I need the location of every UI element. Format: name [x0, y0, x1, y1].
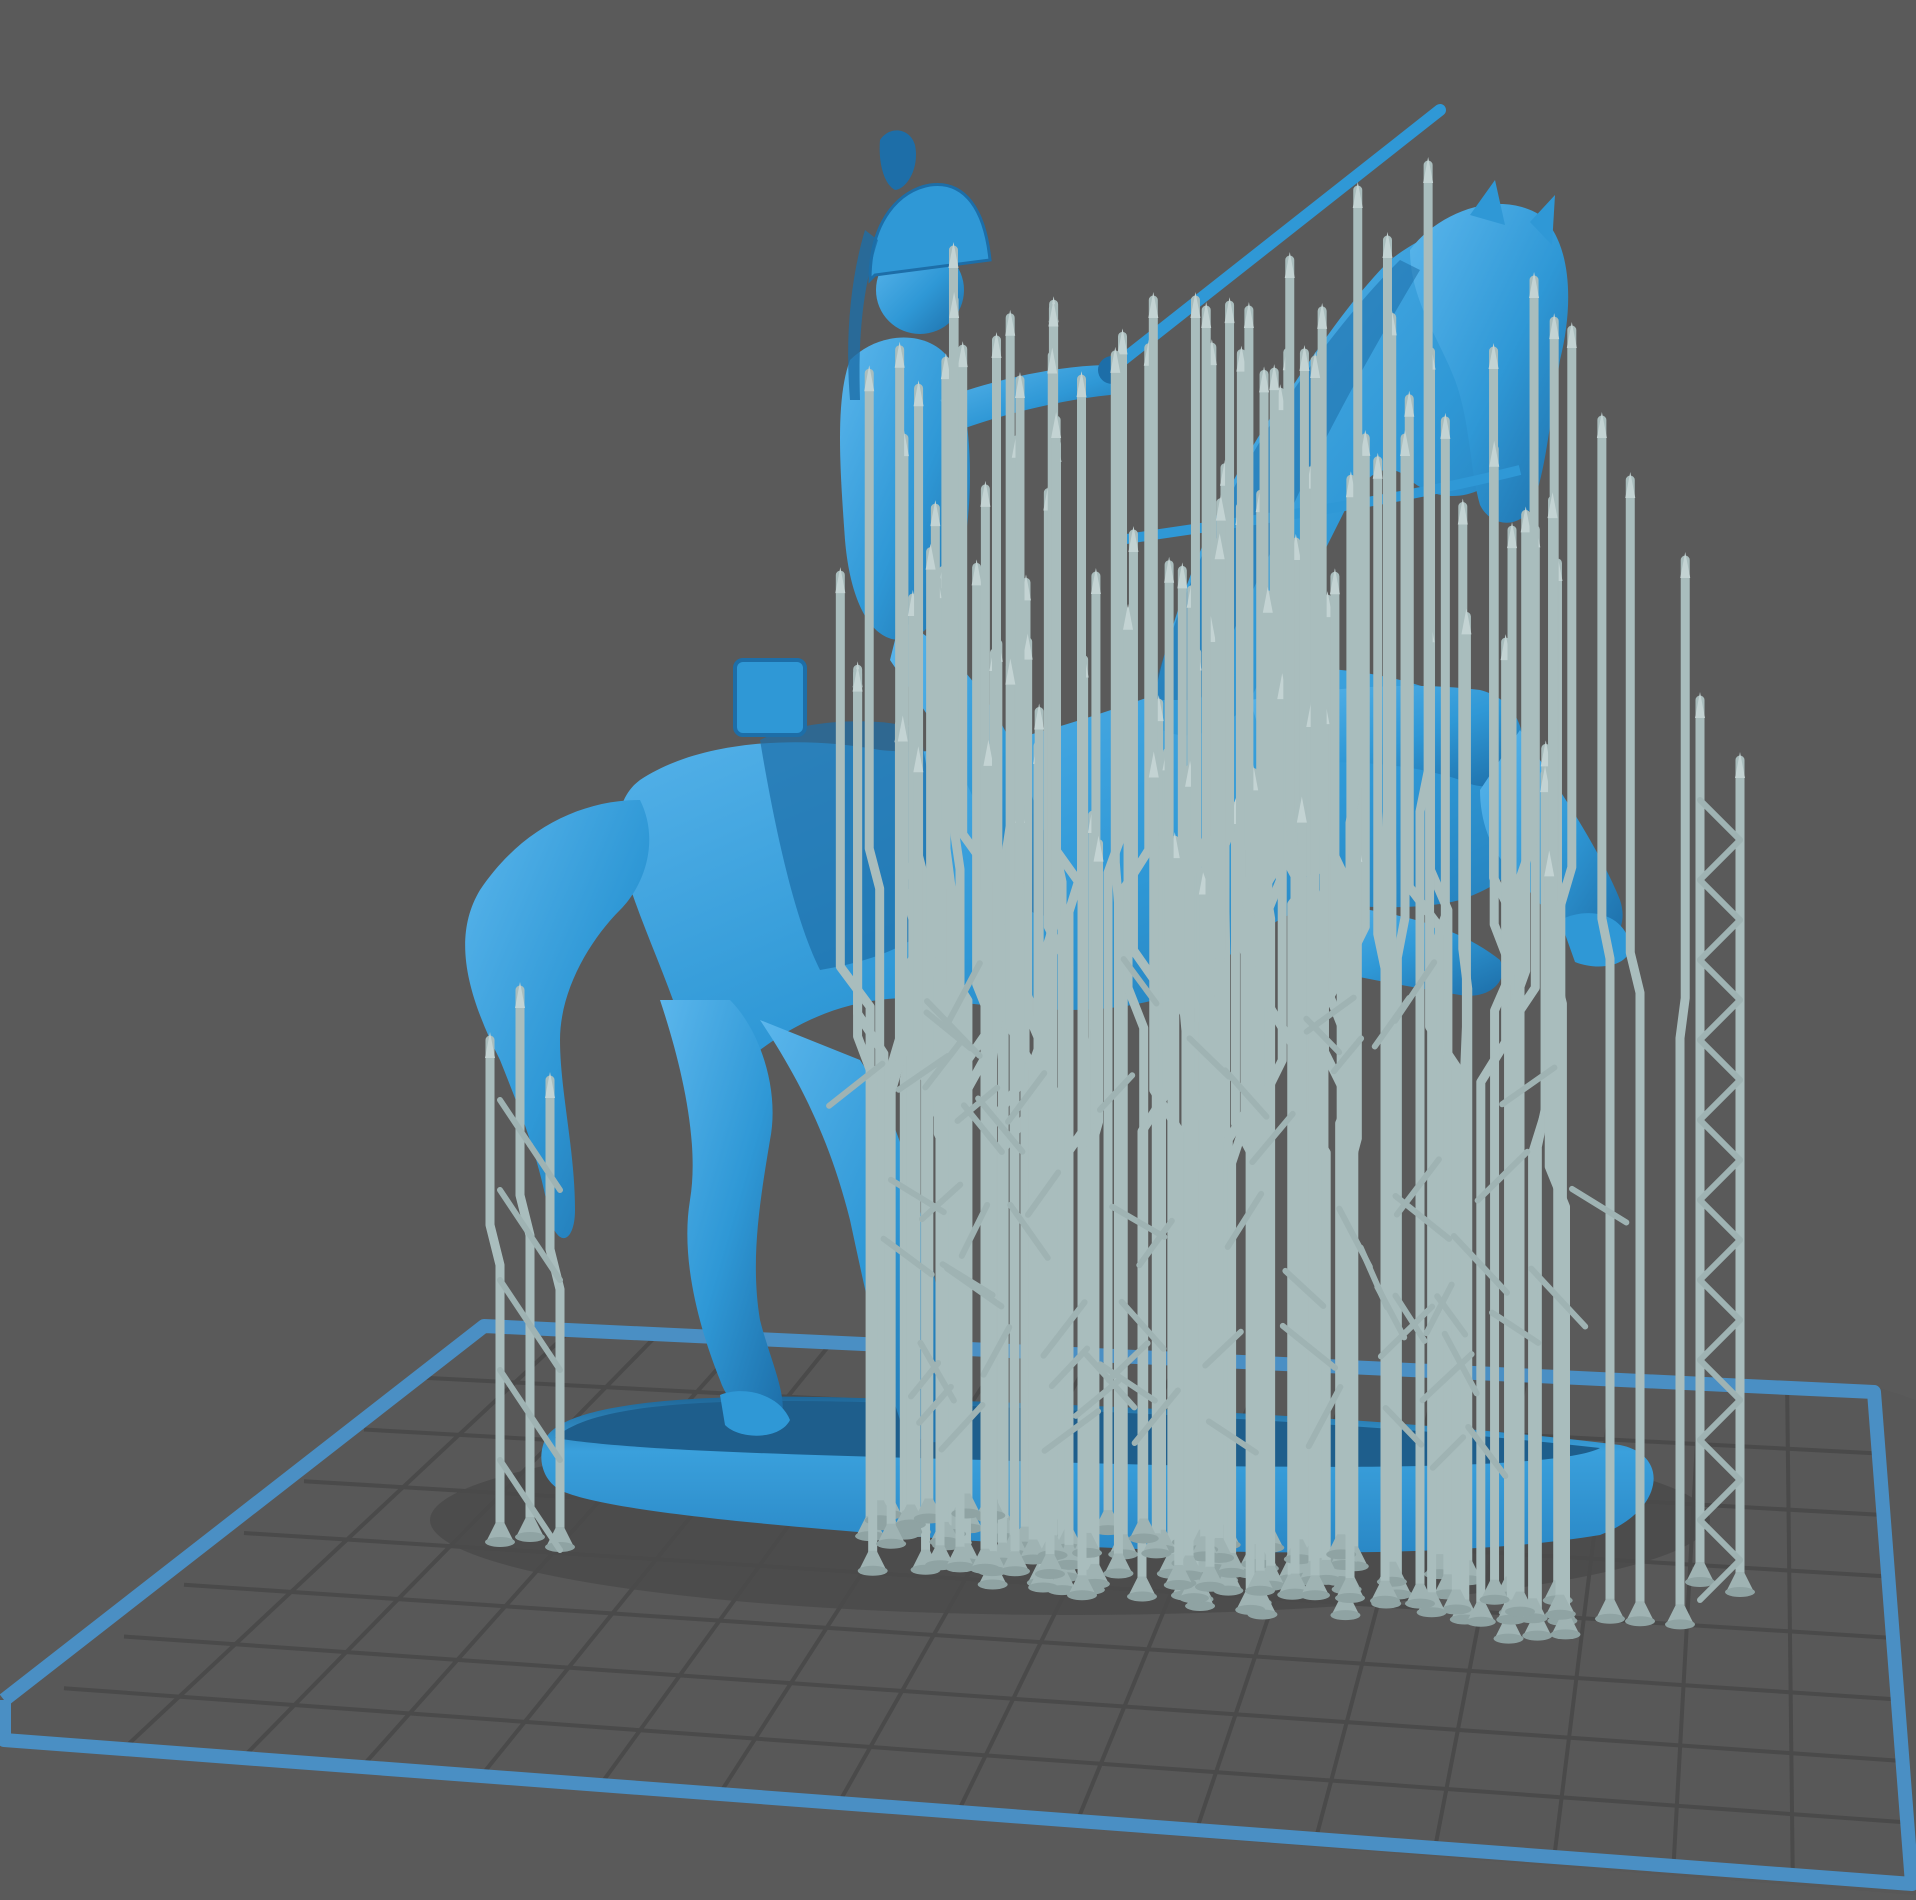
slicer-scene[interactable]: [0, 0, 1916, 1900]
rider-helmet-crest: [879, 130, 916, 190]
support-brace: [1697, 1197, 1743, 1243]
support-brace: [1697, 957, 1743, 1003]
support-brace: [1697, 1317, 1743, 1363]
3d-viewport[interactable]: [0, 0, 1916, 1900]
support-brace: [1697, 1077, 1743, 1123]
support-brace: [1697, 917, 1743, 963]
support-brace: [1697, 1277, 1743, 1323]
support-brace: [1697, 877, 1743, 923]
support-brace: [1697, 1037, 1743, 1083]
support-brace: [1568, 1185, 1630, 1226]
support-brace: [1697, 797, 1743, 843]
saddle-bag: [733, 658, 807, 737]
support-brace: [1697, 1157, 1743, 1203]
support-brace: [1697, 1117, 1743, 1163]
support-brace: [1697, 837, 1743, 883]
rider-arm: [940, 365, 1125, 430]
rider-helmet: [868, 182, 992, 284]
support-brace: [1697, 1237, 1743, 1283]
support-brace: [1697, 997, 1743, 1043]
